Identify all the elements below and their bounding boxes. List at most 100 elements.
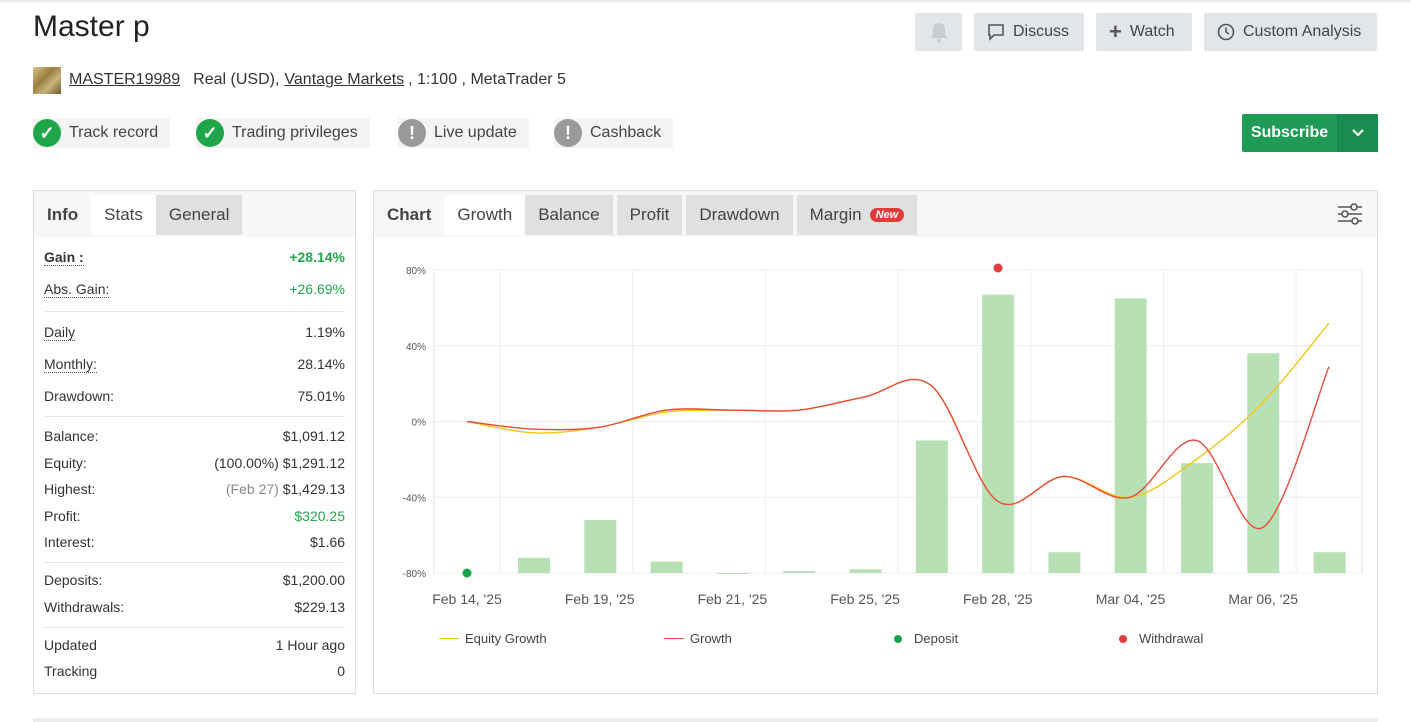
stat-value: $320.25 [294,507,345,524]
stats-panel: Info Stats General Gain : +28.14% Abs. G… [33,190,356,694]
x-tick-label: Feb 21, '25 [698,591,768,607]
x-tick-label: Mar 06, '25 [1228,591,1298,607]
account-details: , 1:100 , MetaTrader 5 [408,71,566,88]
stat-label[interactable]: Monthly: [44,356,97,373]
stat-label: Deposits: [44,572,103,588]
subscribe-label: Subscribe [1250,124,1329,141]
stat-updated: Updated 1 Hour ago [44,632,345,658]
stat-abs-gain: Abs. Gain: +26.69% [44,273,345,305]
exclamation-icon: ! [398,119,426,147]
stat-label: Highest: [44,481,96,498]
stats-tabbar: Info Stats General [34,191,355,237]
stat-label: Tracking [44,662,98,679]
deposit-marker [462,568,472,578]
stat-label: Profit: [44,507,81,524]
stat-value: $1,200.00 [282,572,345,588]
tab-general[interactable]: General [155,195,243,235]
chart-bar [650,561,683,573]
stat-balance: Balance: $1,091.12 [44,423,345,450]
chart-tab-label: Chart [387,205,432,224]
tab-info[interactable]: Info [34,195,91,235]
username-link[interactable]: MASTER19989 [69,71,180,89]
y-tick-label: 40% [406,342,426,353]
notify-button[interactable] [915,13,962,51]
legend-equity-growth[interactable]: Equity Growth [439,631,547,646]
subscribe-button[interactable]: Subscribe [1242,114,1378,152]
top-shadow [0,0,1411,4]
badge-track-record[interactable]: ✓ Track record [33,118,171,148]
stat-interest: Interest: $1.66 [44,529,345,556]
tab-margin[interactable]: Margin New [796,195,918,235]
stat-gain: Gain : +28.14% [44,241,345,273]
legend-label: Withdrawal [1139,631,1204,646]
legend-deposit[interactable]: Deposit [894,631,958,646]
watch-button[interactable]: + Watch [1096,13,1192,51]
stat-tracking: Tracking 0 [44,658,345,684]
stat-value: 1 Hour ago [275,636,345,653]
stat-value: 75.01% [297,388,345,404]
avatar [33,66,61,94]
y-tick-label: 0% [412,418,427,429]
custom-analysis-label: Custom Analysis [1243,23,1362,40]
stat-monthly: Monthly: 28.14% [44,348,345,380]
stat-value: $1,429.13 [282,481,345,498]
tab-growth[interactable]: Growth [444,195,526,235]
x-tick-label: Feb 28, '25 [963,591,1033,607]
divider [44,561,345,563]
chart-bar [584,519,617,573]
stat-profit: Profit: $320.25 [44,503,345,530]
y-tick-label: 80% [406,266,426,277]
tab-drawdown[interactable]: Drawdown [686,195,793,235]
stats-list: Gain : +28.14% Abs. Gain: +26.69% Daily … [34,241,355,684]
check-icon: ✓ [33,119,61,147]
stat-value: $1,291.12 [282,454,345,471]
stat-value: +28.14% [289,249,345,265]
tab-profit[interactable]: Profit [616,195,683,235]
stat-label[interactable]: Abs. Gain: [44,281,110,298]
stat-sub: (100.00%) [214,454,279,471]
x-tick-label: Feb 25, '25 [830,591,900,607]
stat-daily: Daily 1.19% [44,316,345,348]
chart-bar [849,569,882,573]
divider [44,311,345,312]
plus-icon: + [1109,19,1122,44]
badge-label: Live update [434,124,517,141]
stat-label: Updated [44,636,97,653]
discuss-label: Discuss [1013,23,1070,40]
stat-value: $229.13 [294,599,345,615]
legend-swatch [664,637,684,640]
y-tick-label: -80% [403,569,426,580]
settings-sliders-icon[interactable] [1337,201,1363,227]
bell-icon [930,23,947,43]
legend-label: Growth [690,631,732,646]
stat-label[interactable]: Gain : [44,249,84,266]
chart-bar [915,440,948,573]
broker-link[interactable]: Vantage Markets [284,71,404,89]
stat-label: Balance: [44,428,99,445]
watch-label: Watch [1129,23,1175,40]
stat-value: $1,091.12 [282,428,345,445]
stat-label[interactable]: Daily [44,324,76,341]
stat-label: Interest: [44,534,95,551]
stat-value: +26.69% [289,281,345,297]
legend-withdrawal[interactable]: Withdrawal [1119,631,1203,646]
chart-bar [982,294,1015,573]
chart-bar [1247,353,1280,573]
chart-bar [1181,463,1213,573]
tab-balance[interactable]: Balance [525,195,613,235]
clock-icon [1217,23,1235,41]
chevron-down-icon[interactable] [1337,114,1378,152]
legend-growth[interactable]: Growth [664,631,732,646]
chart-bar [1048,552,1081,573]
discuss-button[interactable]: Discuss [974,13,1084,51]
badge-cashback[interactable]: ! Cashback [554,118,674,148]
bottom-divider [33,718,1378,722]
stat-equity: Equity: (100.00%) $1,291.12 [44,450,345,477]
badge-live-update[interactable]: ! Live update [398,118,529,148]
tab-stats[interactable]: Stats [91,195,156,235]
tab-margin-label: Margin [809,205,862,224]
stat-label: Withdrawals: [44,599,125,615]
badge-trading-privileges[interactable]: ✓ Trading privileges [196,118,370,148]
custom-analysis-button[interactable]: Custom Analysis [1204,13,1377,51]
x-tick-label: Feb 19, '25 [565,591,635,607]
